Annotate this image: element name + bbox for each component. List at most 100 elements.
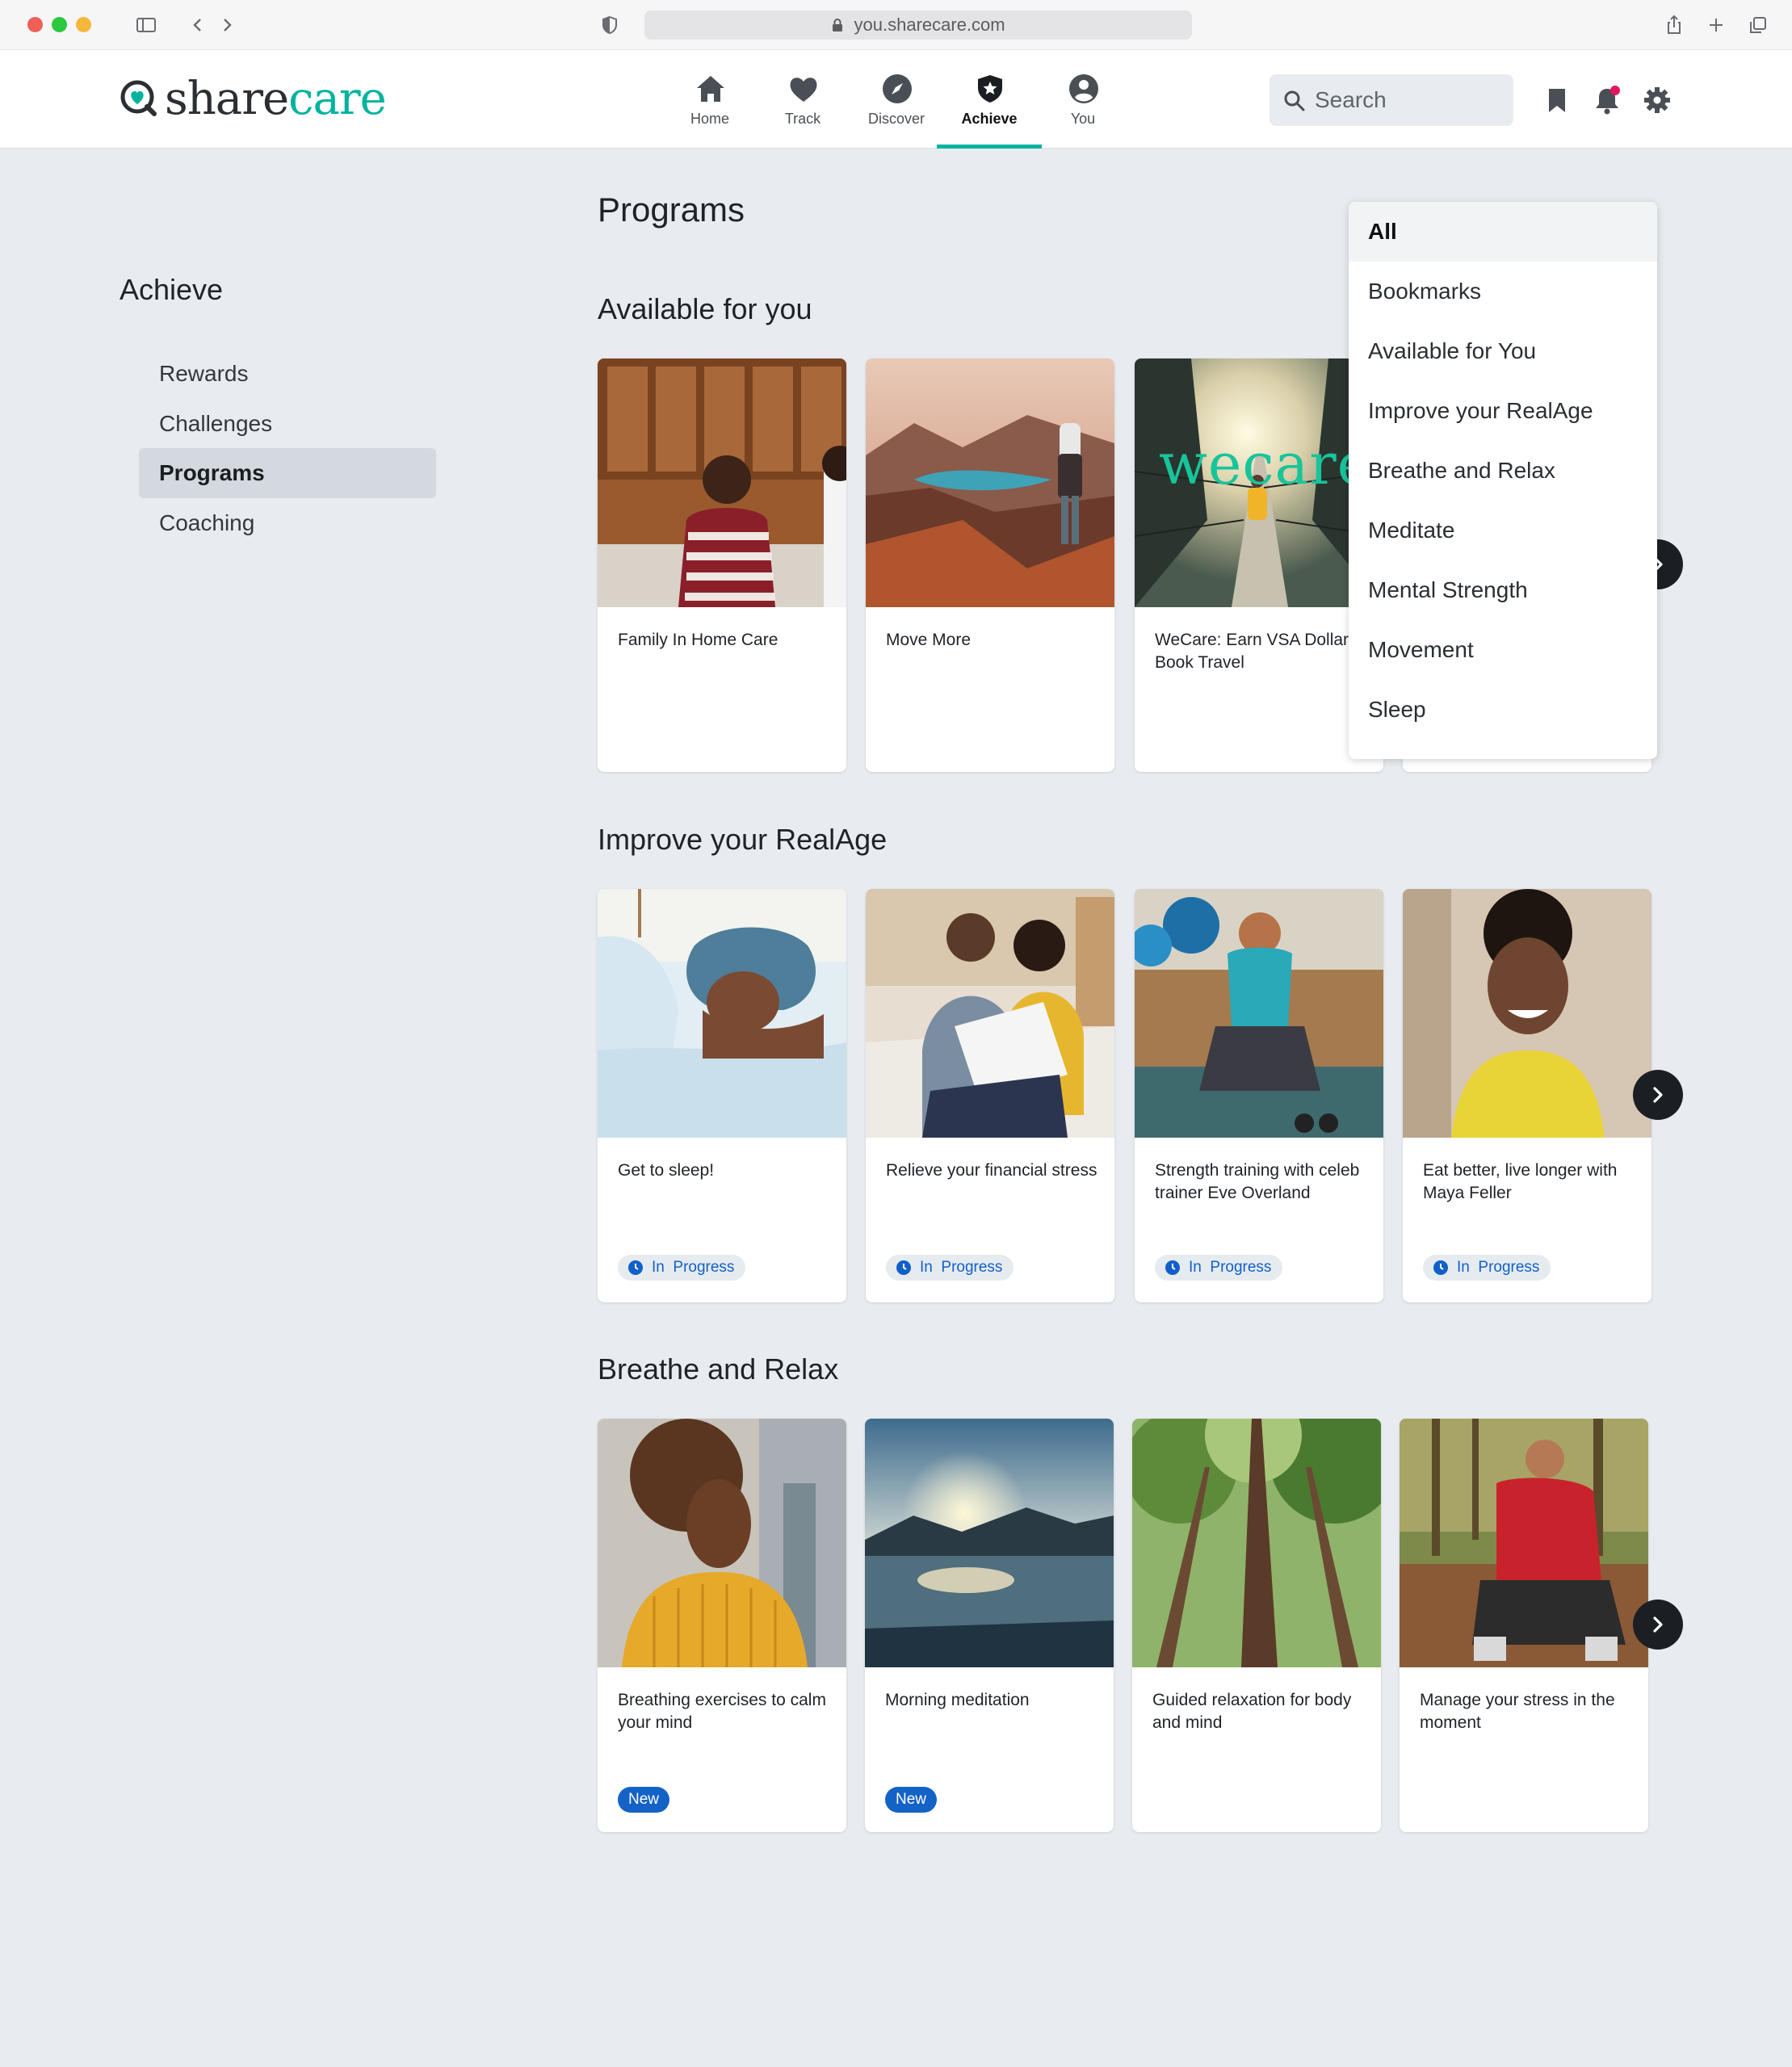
search-input[interactable] (1315, 82, 1500, 118)
new-badge: New (885, 1787, 938, 1813)
program-card[interactable]: Breathing exercises to calm your mind Ne… (598, 1419, 846, 1832)
program-card[interactable]: Guided relaxation for body and mind (1132, 1419, 1381, 1832)
nav-home[interactable]: Home (657, 50, 762, 149)
in-progress-badge: In Progress (618, 1255, 746, 1281)
sharecare-logo[interactable]: sharecare (118, 73, 387, 126)
filter-option-breathe[interactable]: Breathe and Relax (1349, 441, 1657, 501)
program-image (598, 358, 846, 607)
filter-option-movement[interactable]: Movement (1349, 620, 1657, 680)
program-title: Get to sleep! (618, 1161, 715, 1180)
back-icon[interactable] (186, 13, 210, 37)
badge-label: In Progress (1189, 1259, 1272, 1276)
sidebar-title: Achieve (120, 273, 224, 306)
sidebar-item-rewards[interactable]: Rewards (139, 349, 436, 399)
program-title: Move More (886, 631, 972, 649)
search-icon (1284, 90, 1305, 111)
program-title: WeCare: Earn VSA Dollars - Book Travel (1155, 631, 1368, 672)
carousel-next-button[interactable] (1633, 1070, 1683, 1120)
nav-achieve[interactable]: Achieve (937, 50, 1042, 149)
carousel-next-button[interactable] (1633, 1600, 1683, 1650)
sidebar-item-programs[interactable]: Programs (139, 448, 436, 498)
logo-mark-icon (118, 78, 158, 122)
filter-option-all[interactable]: All (1349, 202, 1657, 262)
clock-icon (628, 1260, 643, 1275)
close-window-button[interactable] (27, 17, 43, 32)
sidebar-item-challenges[interactable]: Challenges (139, 399, 436, 449)
program-card[interactable]: Move More (866, 358, 1114, 772)
program-card[interactable]: Family In Home Care (598, 358, 846, 772)
home-icon (697, 76, 724, 102)
program-title: Breathing exercises to calm your mind (618, 1691, 826, 1732)
program-title: Strength training with celeb trainer Eve… (1155, 1161, 1360, 1202)
lock-icon (831, 15, 854, 35)
program-title: Eat better, live longer with Maya Feller (1423, 1161, 1618, 1202)
program-image (1135, 889, 1383, 1138)
clock-icon (1165, 1260, 1180, 1275)
privacy-shield-icon[interactable] (598, 13, 622, 37)
program-image (866, 889, 1114, 1138)
chevron-right-icon (1653, 1087, 1663, 1103)
program-card[interactable]: Manage your stress in the moment (1400, 1419, 1648, 1832)
badge-label: In Progress (920, 1259, 1003, 1276)
nav-track-label: Track (784, 111, 821, 127)
program-image (866, 358, 1114, 607)
bookmark-icon[interactable] (1541, 84, 1573, 116)
program-card[interactable]: Get to sleep! In Progress (598, 889, 846, 1302)
program-card[interactable]: Eat better, live longer with Maya Feller… (1403, 889, 1651, 1302)
nav-discover[interactable]: Discover (844, 50, 949, 149)
nav-achieve-label: Achieve (961, 111, 1018, 127)
program-title: Morning meditation (885, 1691, 1030, 1709)
program-image (1132, 1419, 1381, 1667)
new-badge: New (618, 1787, 670, 1813)
program-card[interactable]: wecare WeCare: Earn VSA Dollars - Book T… (1135, 358, 1383, 772)
clock-icon (896, 1260, 911, 1275)
browser-chrome: you.sharecare.com (0, 0, 1792, 50)
program-card[interactable]: Morning meditation New (865, 1419, 1114, 1832)
nav-you-label: You (1070, 111, 1096, 127)
section-title-breathe: Breathe and Relax (598, 1352, 839, 1386)
in-progress-badge: In Progress (886, 1255, 1014, 1281)
nav-you[interactable]: You (1030, 50, 1135, 149)
compass-icon (883, 74, 912, 103)
in-progress-badge: In Progress (1423, 1255, 1551, 1281)
forward-icon[interactable] (215, 13, 239, 37)
program-image (865, 1419, 1114, 1667)
program-image: wecare (1135, 358, 1383, 607)
filter-option-sleep[interactable]: Sleep (1349, 680, 1657, 740)
sidebar-item-coaching[interactable]: Coaching (139, 498, 436, 548)
program-title: Family In Home Care (618, 631, 778, 649)
notification-bell-icon[interactable] (1591, 84, 1623, 116)
logo-wordmark: sharecare (165, 73, 387, 125)
program-image (598, 889, 846, 1138)
program-image (1403, 889, 1651, 1138)
tab-overview-icon[interactable] (1746, 13, 1770, 37)
program-card[interactable]: Relieve your financial stress In Progres… (866, 889, 1114, 1302)
page-title: Programs (598, 191, 745, 229)
search-box[interactable] (1270, 74, 1513, 126)
filter-option-bookmarks[interactable]: Bookmarks (1349, 262, 1657, 321)
sidebar-toggle-icon[interactable] (134, 13, 158, 37)
new-tab-icon[interactable] (1704, 13, 1728, 37)
in-progress-badge: In Progress (1155, 1255, 1283, 1281)
nav-track[interactable]: Track (750, 50, 855, 149)
filter-option-meditate[interactable]: Meditate (1349, 501, 1657, 560)
badge-label: In Progress (652, 1259, 735, 1276)
filter-option-realage[interactable]: Improve your RealAge (1349, 381, 1657, 441)
wecare-image-text: wecare (1159, 431, 1372, 497)
gear-icon[interactable] (1641, 84, 1673, 116)
heart-icon (790, 78, 817, 102)
section-title-available: Available for you (598, 292, 812, 325)
zoom-window-button[interactable] (76, 17, 91, 32)
chevron-right-icon (1653, 1616, 1663, 1633)
nav-discover-label: Discover (867, 111, 925, 127)
minimize-window-button[interactable] (52, 17, 67, 32)
program-filter-dropdown[interactable]: All Bookmarks Available for You Improve … (1349, 202, 1657, 759)
program-title: Manage your stress in the moment (1420, 1691, 1615, 1732)
site-header: sharecare Home Track Discover Achieve Yo… (0, 50, 1792, 149)
address-bar[interactable]: you.sharecare.com (644, 10, 1192, 40)
filter-option-mental-strength[interactable]: Mental Strength (1349, 560, 1657, 620)
program-card[interactable]: Strength training with celeb trainer Eve… (1135, 889, 1383, 1302)
filter-option-available[interactable]: Available for You (1349, 321, 1657, 381)
url-text: you.sharecare.com (854, 15, 1005, 35)
share-icon[interactable] (1662, 13, 1686, 37)
